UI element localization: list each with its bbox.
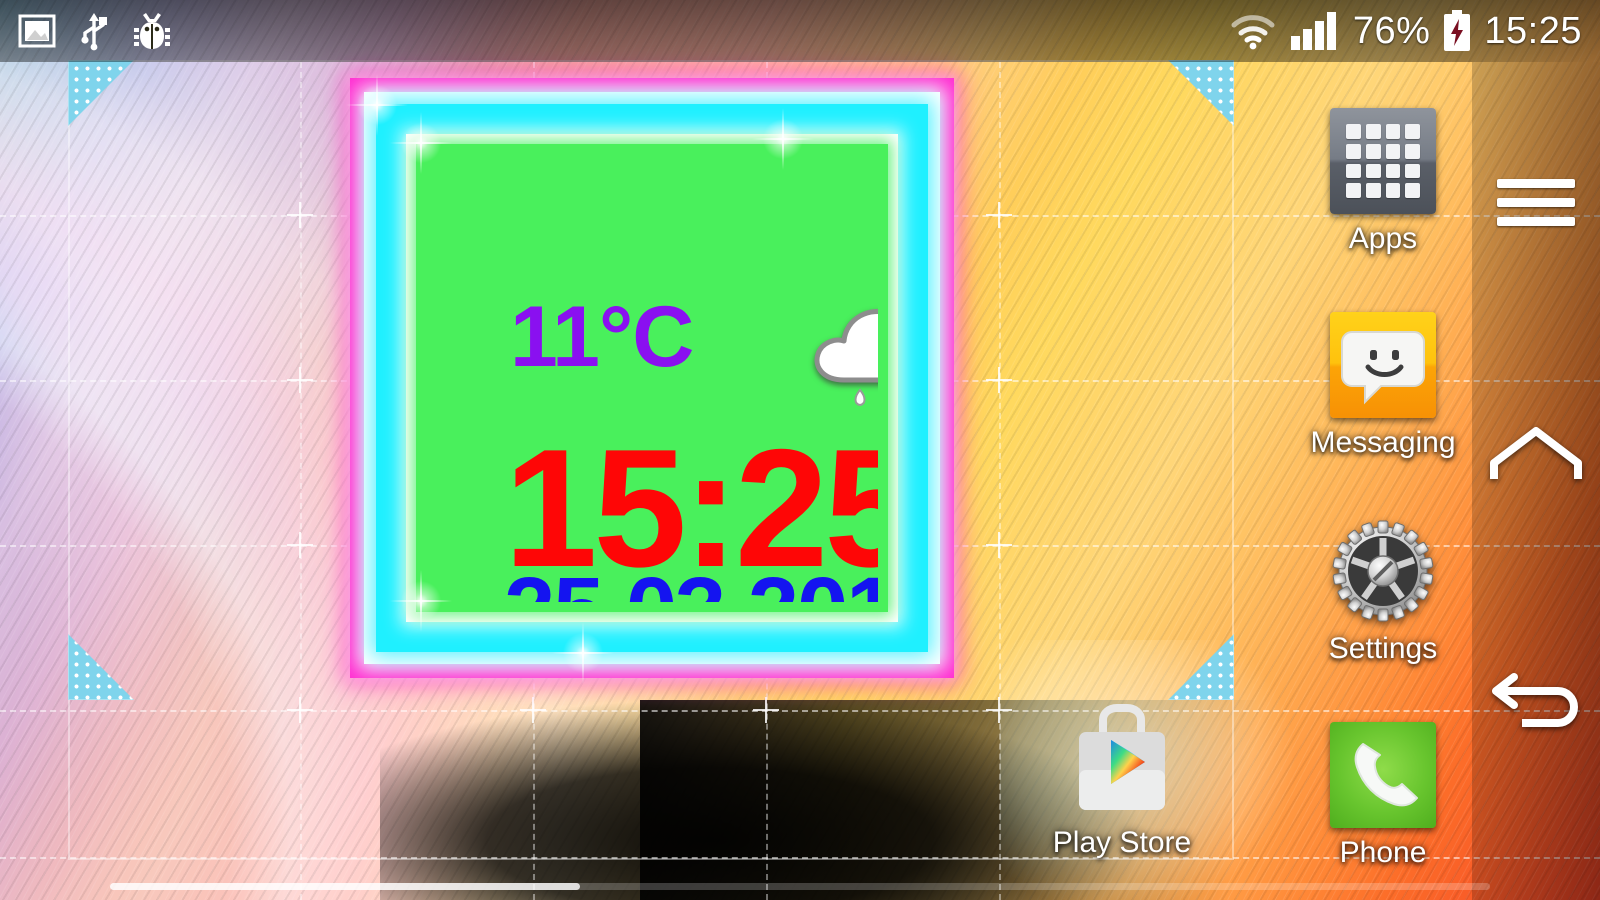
- clock-weather-widget[interactable]: 11°C 15:25 25.03.2015: [346, 74, 954, 684]
- shortcut-play-store[interactable]: Play Store: [1042, 700, 1202, 860]
- gear-icon: [1330, 518, 1436, 624]
- widget-temperature: 11°C: [510, 289, 694, 385]
- app-label-messaging: Messaging: [1310, 426, 1456, 459]
- shortcut-label-play-store: Play Store: [1052, 826, 1192, 859]
- app-label-phone: Phone: [1339, 836, 1427, 869]
- status-clock: 15:25: [1484, 9, 1582, 52]
- back-icon: [1492, 673, 1578, 727]
- debug-bug-icon: [134, 13, 170, 49]
- wifi-icon: [1231, 15, 1275, 50]
- app-icon-phone[interactable]: Phone: [1308, 722, 1458, 870]
- signal-bars-icon: [1290, 12, 1336, 50]
- app-label-apps: Apps: [1348, 222, 1418, 255]
- app-icon-apps[interactable]: Apps: [1308, 108, 1458, 256]
- widget-date: 25.03.2015: [504, 564, 878, 602]
- message-bubble-icon: [1330, 312, 1436, 418]
- status-bar[interactable]: 76% 15:25: [0, 0, 1600, 62]
- apps-grid-icon: [1330, 108, 1436, 214]
- menu-button[interactable]: [1472, 162, 1600, 242]
- widget-content-area: 11°C 15:25 25.03.2015: [426, 154, 878, 602]
- home-screen: 11°C 15:25 25.03.2015: [0, 0, 1600, 900]
- battery-charging-icon: [1444, 10, 1471, 51]
- screenshot-icon: [18, 14, 56, 48]
- back-button[interactable]: [1472, 662, 1600, 742]
- battery-percent: 76%: [1352, 9, 1431, 52]
- phone-handset-icon: [1330, 722, 1436, 828]
- navigation-bar: [1472, 62, 1600, 900]
- home-icon: [1490, 427, 1582, 479]
- app-label-settings: Settings: [1328, 632, 1438, 665]
- home-button[interactable]: [1472, 412, 1600, 492]
- app-icon-settings[interactable]: Settings: [1308, 518, 1458, 666]
- sun-behind-rain-cloud-icon: [804, 272, 878, 422]
- page-indicator[interactable]: [110, 883, 1490, 890]
- usb-icon: [81, 13, 107, 51]
- play-store-bag-icon: [1047, 700, 1197, 818]
- menu-icon: [1497, 178, 1575, 226]
- app-icon-messaging[interactable]: Messaging: [1308, 312, 1458, 460]
